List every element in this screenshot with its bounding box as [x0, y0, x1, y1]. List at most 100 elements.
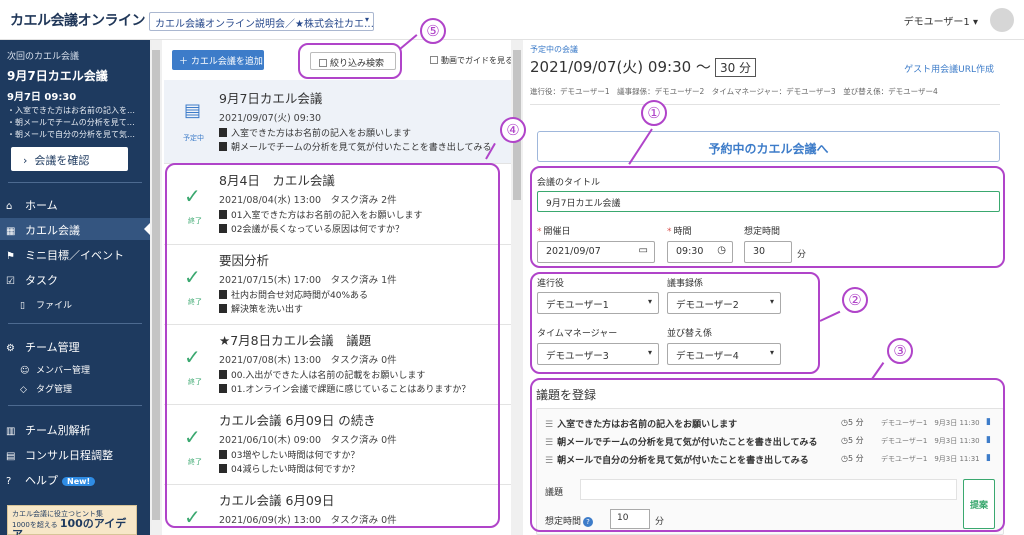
- sidebar-item-label: メンバー管理: [36, 366, 91, 376]
- home-icon: ⌂: [6, 201, 13, 212]
- gear-icon: ⚙: [6, 343, 15, 354]
- required-mark: *: [537, 227, 542, 237]
- agenda-item: 01.オンライン会議で課題に感じていることはありますか？: [219, 382, 470, 395]
- chevron-down-icon: ▾: [769, 297, 774, 306]
- user-menu[interactable]: デモユーザー1 ▾: [904, 13, 978, 28]
- time-label: * 時間: [667, 227, 692, 237]
- meeting-title-input[interactable]: 9月7日カエル会議: [537, 191, 1000, 212]
- status-badge: 終了: [188, 458, 202, 466]
- sidebar-item-label: タスク: [25, 274, 58, 287]
- drag-handle-icon[interactable]: ☰: [545, 438, 553, 448]
- filter-search-button[interactable]: 絞り込み検索: [310, 52, 396, 70]
- list-scrollbar[interactable]: [511, 40, 523, 535]
- document-icon: [219, 210, 227, 219]
- help-icon[interactable]: ?: [583, 517, 594, 527]
- flag-icon: ⚑: [6, 251, 15, 262]
- check-icon: ✓: [184, 345, 201, 369]
- role-label: 並び替え係: [667, 329, 713, 339]
- meeting-date: 2021/06/09(水) 13:00 タスク済み 0件: [219, 515, 397, 526]
- sidebar-item-label: ミニ目標／イベント: [25, 249, 124, 262]
- scrollbar-thumb[interactable]: [152, 50, 160, 520]
- go-to-meeting-button[interactable]: 予約中のカエル会議へ: [537, 131, 1000, 162]
- confirm-meeting-button[interactable]: › 会議を確認: [11, 147, 128, 171]
- meeting-title: ★7月8日カエル会議 議題: [219, 333, 372, 348]
- sidebar-scrollbar[interactable]: [150, 40, 162, 535]
- date-value: 2021/09/07: [546, 246, 601, 257]
- list-item[interactable]: ▤ 予定中 9月7日カエル会議 2021/09/07(火) 09:30 入室でき…: [164, 80, 511, 164]
- select-value: デモユーザー4: [676, 351, 739, 362]
- document-icon: [219, 370, 227, 379]
- sidebar-item-home[interactable]: ⌂ ホーム: [0, 193, 150, 215]
- list-item[interactable]: ✓ 終了 ★7月8日カエル会議 議題 2021/07/08(木) 13:00 タ…: [164, 325, 511, 405]
- divider: [8, 182, 142, 183]
- list-item[interactable]: ✓ 終了 カエル会議 6月09日 の続き 2021/06/10(木) 09:00…: [164, 405, 511, 485]
- list-item[interactable]: ✓ 終了 要因分析 2021/07/15(木) 17:00 タスク済み 1件 社…: [164, 245, 511, 325]
- divider: [530, 104, 1000, 105]
- sidebar-item-label: タグ管理: [36, 385, 73, 395]
- meeting-title: カエル会議 6月09日 の続き: [219, 413, 376, 428]
- sidebar-item-meetings[interactable]: ▦ カエル会議: [0, 218, 150, 240]
- avatar[interactable]: [990, 8, 1014, 32]
- sidebar-item-files[interactable]: ▯ ファイル: [20, 298, 72, 311]
- add-meeting-button[interactable]: ＋ カエル会議を追加: [172, 50, 264, 70]
- clock-icon[interactable]: ◷: [717, 245, 726, 256]
- agenda-row[interactable]: ☰ 朝メールで自分の分析を見て気が付いたことを書き出してみる ◷5 分 デモユーザ…: [545, 453, 995, 469]
- agenda-panel: ☰ 入室できた方はお名前の記入をお願いします ◷5 分 デモユーザー1 9月3日 …: [536, 408, 1004, 535]
- est-time-input[interactable]: 30: [744, 241, 792, 263]
- next-meeting-agenda-item: ・朝メールでチームの分析を見て…: [7, 118, 135, 127]
- check-icon: ✓: [184, 425, 201, 449]
- sidebar-item-consult-schedule[interactable]: ▤ コンサル日程調整: [0, 443, 150, 465]
- list-item[interactable]: ✓ 終了 8月4日 カエル会議 2021/08/04(水) 13:00 タスク済…: [164, 164, 511, 245]
- agenda-est-input[interactable]: 10: [610, 509, 650, 529]
- list-item[interactable]: ✓ カエル会議 6月09日 2021/06/09(水) 13:00 タスク済み …: [164, 485, 511, 535]
- sidebar-item-tags[interactable]: ◇ タグ管理: [20, 382, 72, 395]
- facilitator-select[interactable]: デモユーザー1 ▾: [537, 292, 659, 314]
- agenda-input[interactable]: [580, 479, 957, 500]
- status-badge: 終了: [188, 378, 202, 386]
- tips-banner[interactable]: カエル会議に役立つヒント集 1000を超える 100のアイデア: [7, 505, 137, 535]
- next-meeting-label: 次回のカエル会議: [7, 52, 80, 62]
- meeting-icon: ▦: [6, 226, 16, 237]
- sidebar-item-tasks[interactable]: ☑ タスク: [0, 268, 150, 290]
- sidebar-item-label: ファイル: [36, 301, 73, 311]
- sorter-select[interactable]: デモユーザー4 ▾: [667, 343, 781, 365]
- sidebar-item-mini-goals[interactable]: ⚑ ミニ目標／イベント: [0, 243, 150, 265]
- calendar-icon[interactable]: ▭: [639, 245, 648, 256]
- chevron-down-icon: ▾: [364, 15, 369, 24]
- time-input[interactable]: 09:30 ◷: [667, 241, 733, 263]
- meeting-title: カエル会議 6月09日: [219, 493, 335, 508]
- sidebar-item-label: ホーム: [25, 199, 58, 212]
- next-meeting-agenda-item: ・朝メールで自分の分析を見て気…: [7, 130, 135, 139]
- agenda-item: 01入室できた方はお名前の記入をお願いします: [219, 208, 422, 221]
- sidebar-item-members[interactable]: ☺ メンバー管理: [20, 363, 90, 376]
- meeting-selector[interactable]: カエル会議オンライン説明会／★株式会社カエ… ▾: [149, 12, 374, 31]
- agenda-row[interactable]: ☰ 朝メールでチームの分析を見て気が付いたことを書き出してみる ◷5 分 デモユー…: [545, 435, 995, 451]
- guest-url-link[interactable]: ゲスト用会議URL作成: [904, 62, 994, 75]
- agenda-duration: ◷5 分: [841, 418, 864, 427]
- chevron-right-icon: ›: [23, 154, 28, 167]
- time-manager-select[interactable]: デモユーザー3 ▾: [537, 343, 659, 365]
- minutes-taker-select[interactable]: デモユーザー2 ▾: [667, 292, 781, 314]
- required-mark: *: [667, 227, 672, 237]
- agenda-item: 04減らしたい時間は何ですか？: [219, 462, 359, 475]
- date-input[interactable]: 2021/09/07 ▭: [537, 241, 655, 263]
- trash-icon[interactable]: ▮: [986, 435, 991, 445]
- trash-icon[interactable]: ▮: [986, 453, 991, 463]
- role-label: タイムマネージャー: [537, 329, 618, 339]
- drag-handle-icon[interactable]: ☰: [545, 420, 553, 430]
- users-icon: ☺: [20, 366, 30, 376]
- agenda-meta: デモユーザー1 9月3日 11:31: [881, 455, 980, 463]
- callout-number-4: ④: [500, 117, 526, 143]
- sidebar-item-help[interactable]: ? ヘルプ New!: [0, 468, 150, 490]
- status-badge: 終了: [188, 298, 202, 306]
- trash-icon[interactable]: ▮: [986, 417, 991, 427]
- propose-button[interactable]: 提案: [963, 479, 995, 529]
- video-guide-checkbox[interactable]: 動画でガイドを見る: [430, 55, 511, 66]
- help-icon: ?: [6, 476, 12, 487]
- sidebar-item-team-mgmt[interactable]: ⚙ チーム管理: [0, 335, 150, 357]
- agenda-est-unit: 分: [655, 517, 665, 527]
- agenda-row[interactable]: ☰ 入室できた方はお名前の記入をお願いします ◷5 分 デモユーザー1 9月3日 …: [545, 417, 995, 433]
- app-logo[interactable]: カエル会議オンライン: [10, 10, 146, 30]
- drag-handle-icon[interactable]: ☰: [545, 456, 553, 466]
- sidebar-item-team-analysis[interactable]: ▥ チーム別解析: [0, 418, 150, 440]
